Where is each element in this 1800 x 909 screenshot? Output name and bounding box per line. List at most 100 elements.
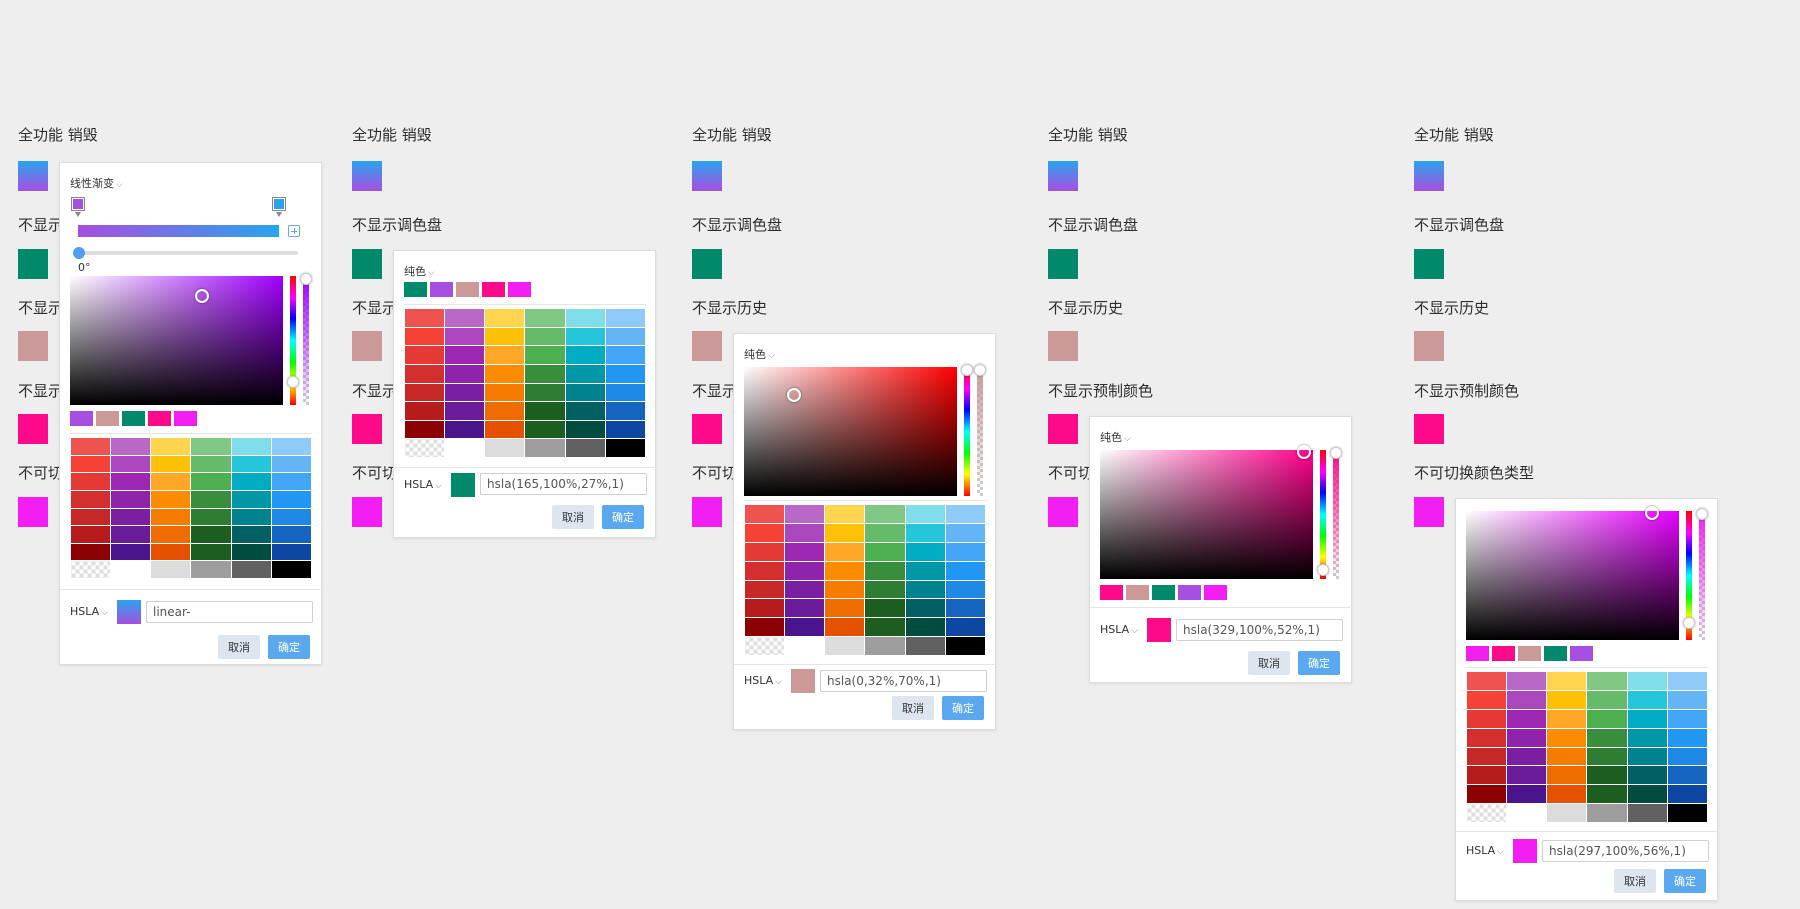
cancel-button[interactable]: 取消 xyxy=(552,505,594,529)
palette-color[interactable] xyxy=(444,401,486,421)
palette-color[interactable] xyxy=(604,308,647,328)
palette-color[interactable] xyxy=(864,560,906,581)
palette-color[interactable] xyxy=(1586,803,1628,823)
palette-color[interactable] xyxy=(904,636,946,656)
alpha-slider[interactable] xyxy=(1330,447,1342,579)
palette-color[interactable] xyxy=(403,326,446,347)
gradient-stop-end[interactable] xyxy=(272,197,286,217)
palette-color[interactable] xyxy=(564,326,606,347)
swatch-teal[interactable] xyxy=(1048,249,1078,279)
color-value-input[interactable]: hsla(165,100%,27%,1) xyxy=(480,473,647,495)
color-value-input[interactable]: hsla(329,100%,52%,1) xyxy=(1176,619,1343,641)
saturation-cursor[interactable] xyxy=(1297,445,1311,459)
palette-color[interactable] xyxy=(150,454,192,474)
palette-color[interactable] xyxy=(444,438,486,458)
palette-color[interactable] xyxy=(444,419,486,440)
swatch-magenta[interactable] xyxy=(692,497,722,527)
palette-color[interactable] xyxy=(604,401,647,421)
palette-color[interactable] xyxy=(944,504,987,524)
history-color[interactable] xyxy=(456,282,479,297)
palette-color[interactable] xyxy=(1506,765,1548,786)
saturation-cursor[interactable] xyxy=(195,289,209,303)
palette-color[interactable] xyxy=(824,617,866,638)
swatch-dusty-rose[interactable] xyxy=(18,331,48,361)
palette-color[interactable] xyxy=(864,504,906,524)
palette-color[interactable] xyxy=(564,438,606,458)
swatch-gradient[interactable] xyxy=(18,161,48,191)
palette-color[interactable] xyxy=(743,598,786,619)
palette-color[interactable] xyxy=(444,326,486,347)
palette-color[interactable] xyxy=(904,579,946,600)
confirm-button[interactable]: 确定 xyxy=(1664,869,1706,893)
palette-color[interactable] xyxy=(904,541,946,562)
palette-color[interactable] xyxy=(604,382,647,403)
palette-color[interactable] xyxy=(150,542,192,562)
alpha-slider-thumb[interactable] xyxy=(300,273,312,285)
swatch-dusty-rose[interactable] xyxy=(1414,331,1444,361)
palette-color[interactable] xyxy=(1546,708,1588,729)
palette-color[interactable] xyxy=(1586,746,1628,767)
palette-color[interactable] xyxy=(904,504,946,524)
palette-color[interactable] xyxy=(944,636,987,656)
alpha-slider-thumb[interactable] xyxy=(1330,447,1342,459)
angle-slider[interactable] xyxy=(73,247,298,259)
palette-color[interactable] xyxy=(150,507,192,527)
swatch-magenta[interactable] xyxy=(1414,497,1444,527)
palette-color[interactable] xyxy=(824,579,866,600)
palette-color[interactable] xyxy=(1666,746,1709,767)
palette-color[interactable] xyxy=(784,617,826,638)
palette-color[interactable] xyxy=(403,382,446,403)
color-mode-select[interactable]: HSLA ⌵ xyxy=(1100,623,1138,636)
palette-color[interactable] xyxy=(69,472,112,491)
palette-color[interactable] xyxy=(944,522,987,543)
palette-color[interactable] xyxy=(1626,671,1668,691)
palette-color[interactable] xyxy=(1465,784,1508,805)
angle-slider-handle[interactable] xyxy=(73,247,85,259)
palette-color[interactable] xyxy=(270,525,313,544)
palette-color[interactable] xyxy=(743,522,786,543)
palette-color[interactable] xyxy=(743,617,786,638)
palette-color[interactable] xyxy=(270,437,313,456)
hue-slider[interactable] xyxy=(287,276,299,405)
cancel-button[interactable]: 取消 xyxy=(892,696,934,720)
gradient-bar[interactable] xyxy=(78,225,279,237)
swatch-gradient[interactable] xyxy=(1414,161,1444,191)
palette-color[interactable] xyxy=(824,636,866,656)
palette-color[interactable] xyxy=(1465,708,1508,729)
palette-color[interactable] xyxy=(944,579,987,600)
color-value-input[interactable]: hsla(0,32%,70%,1) xyxy=(820,670,987,692)
palette-color[interactable] xyxy=(110,489,152,509)
palette-color[interactable] xyxy=(864,579,906,600)
color-type-select[interactable]: 线性渐变 ⌵ xyxy=(70,175,123,191)
history-color[interactable] xyxy=(1100,585,1123,600)
palette-color[interactable] xyxy=(69,437,112,456)
history-color[interactable] xyxy=(1178,585,1201,600)
swatch-teal[interactable] xyxy=(692,249,722,279)
palette-color[interactable] xyxy=(1666,765,1709,786)
swatch-dusty-rose[interactable] xyxy=(1048,331,1078,361)
palette-color[interactable] xyxy=(110,454,152,474)
palette-color[interactable] xyxy=(69,507,112,527)
history-color[interactable] xyxy=(482,282,505,297)
palette-color[interactable] xyxy=(944,560,987,581)
palette-color[interactable] xyxy=(150,437,192,456)
palette-color[interactable] xyxy=(784,560,826,581)
palette-color[interactable] xyxy=(1626,803,1668,823)
swatch-hot-pink[interactable] xyxy=(18,414,48,444)
palette-color[interactable] xyxy=(270,542,313,562)
palette-color[interactable] xyxy=(1546,746,1588,767)
palette-color[interactable] xyxy=(1626,746,1668,767)
alpha-slider[interactable] xyxy=(1696,508,1708,640)
palette-color[interactable] xyxy=(604,419,647,440)
palette-color[interactable] xyxy=(784,522,826,543)
palette-color[interactable] xyxy=(69,560,112,579)
palette-color[interactable] xyxy=(150,525,192,544)
alpha-slider-thumb[interactable] xyxy=(974,364,986,376)
palette-color[interactable] xyxy=(444,308,486,328)
palette-color[interactable] xyxy=(944,598,987,619)
palette-color[interactable] xyxy=(824,560,866,581)
palette-color[interactable] xyxy=(743,636,786,656)
history-color[interactable] xyxy=(148,411,171,426)
palette-color[interactable] xyxy=(484,326,526,347)
color-value-input[interactable]: hsla(297,100%,56%,1) xyxy=(1542,840,1709,862)
